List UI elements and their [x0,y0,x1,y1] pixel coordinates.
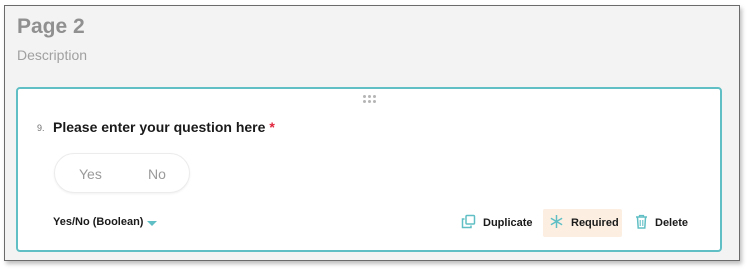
yes-option[interactable]: Yes [79,166,102,182]
required-star: * [269,119,275,135]
required-toggle[interactable]: Required [543,209,622,237]
question-type-dropdown[interactable]: Yes/No (Boolean) [53,216,143,228]
question-title[interactable]: Please enter your question here * [53,119,275,135]
no-option[interactable]: No [148,166,166,182]
boolean-switch[interactable]: Yes No [54,153,190,193]
asterisk-icon [549,214,564,232]
duplicate-button[interactable]: Duplicate [461,209,533,237]
duplicate-icon [461,214,476,232]
question-title-text[interactable]: Please enter your question here [53,119,265,135]
survey-page: Page 2 Description 9. Please enter your … [4,5,740,261]
question-card[interactable]: 9. Please enter your question here * Yes … [16,87,722,252]
chevron-down-icon[interactable] [147,221,157,226]
delete-label: Delete [655,217,689,229]
page-description[interactable]: Description [17,47,87,63]
drag-handle-icon[interactable] [363,95,379,105]
required-label: Required [571,217,619,229]
delete-button[interactable]: Delete [635,209,688,237]
duplicate-label: Duplicate [483,217,533,229]
trash-icon [635,214,648,232]
page-title[interactable]: Page 2 [17,15,85,39]
question-number: 9. [37,123,45,133]
